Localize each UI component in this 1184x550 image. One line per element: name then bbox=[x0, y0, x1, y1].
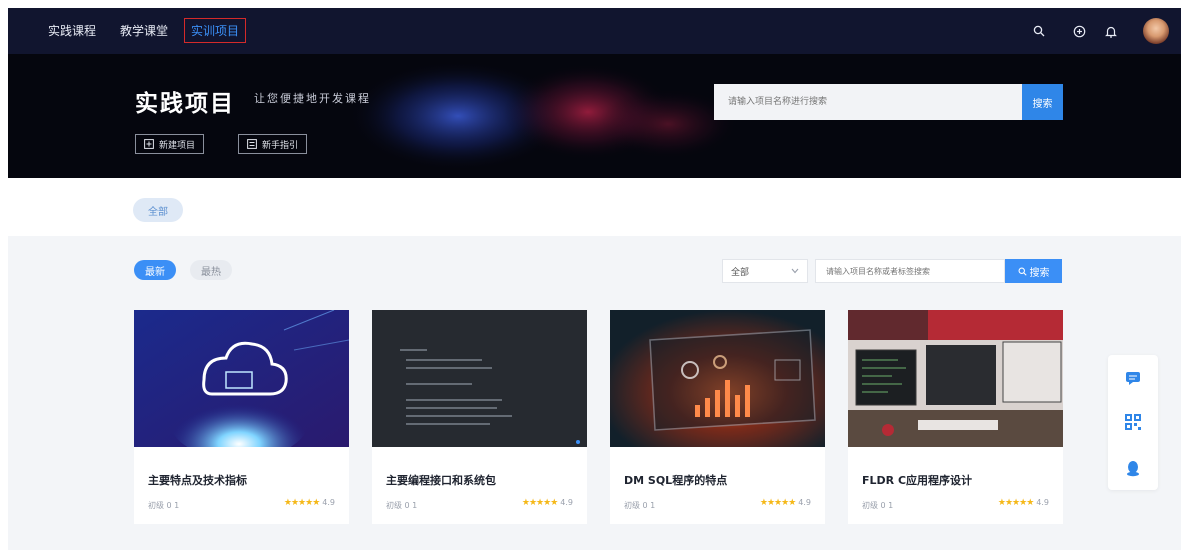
card-meta: 初级 0 1 bbox=[386, 501, 418, 510]
card-thumbnail-analytics bbox=[610, 310, 825, 447]
rating-score: 4.9 bbox=[1036, 498, 1049, 507]
filter-select-value: 全部 bbox=[731, 267, 750, 278]
banner-subtitle: 让您便捷地开发课程 bbox=[254, 92, 371, 105]
plus-circle-icon[interactable] bbox=[1071, 23, 1087, 39]
project-card[interactable]: 主要编程接口和系统包 初级 0 1 ★★★★★ 4.9 bbox=[372, 310, 587, 524]
bell-icon[interactable] bbox=[1103, 23, 1119, 39]
nav-link-teaching-classroom[interactable]: 教学课堂 bbox=[120, 22, 168, 39]
star-icons: ★★★★★ bbox=[759, 498, 796, 508]
card-meta: 初级 0 1 bbox=[148, 501, 180, 510]
qrcode-icon[interactable] bbox=[1124, 413, 1142, 431]
rating-stars: ★★★★★ 4.9 bbox=[522, 498, 573, 508]
avatar[interactable] bbox=[1143, 18, 1169, 44]
search-icon bbox=[1018, 267, 1027, 276]
card-thumbnail-code bbox=[372, 310, 587, 447]
top-nav: 实践课程 教学课堂 实训项目 bbox=[8, 8, 1181, 54]
chat-icon[interactable] bbox=[1124, 369, 1142, 387]
project-card[interactable]: 主要特点及技术指标 初级 0 1 ★★★★★ 4.9 bbox=[134, 310, 349, 524]
beginner-guide-label: 新手指引 bbox=[262, 140, 299, 151]
floating-toolbar bbox=[1108, 355, 1158, 490]
list-icon bbox=[247, 139, 257, 149]
category-all[interactable]: 全部 bbox=[133, 198, 183, 222]
plus-square-icon bbox=[144, 139, 154, 149]
banner-title: 实践项目 bbox=[135, 91, 235, 117]
tab-hottest[interactable]: 最热 bbox=[190, 260, 232, 280]
card-title[interactable]: 主要特点及技术指标 bbox=[148, 472, 247, 488]
card-title[interactable]: 主要编程接口和系统包 bbox=[386, 472, 496, 488]
card-title[interactable]: FLDR C应用程序设计 bbox=[862, 472, 972, 488]
rating-stars: ★★★★★ 4.9 bbox=[998, 498, 1049, 508]
beginner-guide-button[interactable]: 新手指引 bbox=[238, 134, 308, 154]
chevron-down-icon bbox=[791, 268, 799, 274]
filter-search-button[interactable]: 搜索 bbox=[1005, 259, 1062, 283]
rating-score: 4.9 bbox=[322, 498, 335, 507]
card-meta: 初级 0 1 bbox=[862, 501, 894, 510]
star-icons: ★★★★★ bbox=[283, 498, 320, 508]
filter-search-input[interactable] bbox=[815, 259, 1005, 283]
card-thumbnail-workstation bbox=[848, 310, 1063, 447]
card-title[interactable]: DM SQL程序的特点 bbox=[624, 472, 727, 488]
next-row-hint bbox=[134, 546, 1064, 550]
filter-select[interactable]: 全部 bbox=[722, 259, 808, 283]
search-icon[interactable] bbox=[1031, 23, 1047, 39]
rating-score: 4.9 bbox=[560, 498, 573, 507]
card-thumbnail-cloud bbox=[134, 310, 349, 447]
star-icons: ★★★★★ bbox=[997, 498, 1034, 508]
hero-banner: 实践项目 让您便捷地开发课程 新建项目 新手指引 搜索 bbox=[8, 54, 1181, 178]
new-project-label: 新建项目 bbox=[159, 140, 196, 151]
nav-link-training-project[interactable]: 实训项目 bbox=[184, 18, 247, 43]
project-card[interactable]: DM SQL程序的特点 初级 0 1 ★★★★★ 4.9 bbox=[610, 310, 825, 524]
nav-link-practice-course[interactable]: 实践课程 bbox=[48, 22, 96, 39]
filter-search-label: 搜索 bbox=[1029, 267, 1050, 279]
rating-score: 4.9 bbox=[798, 498, 811, 507]
tab-latest[interactable]: 最新 bbox=[134, 260, 176, 280]
page: 实践课程 教学课堂 实训项目 实践项目 让您便捷地开发课程 新建项目 新手指引 … bbox=[0, 0, 1184, 550]
star-icons: ★★★★★ bbox=[521, 498, 558, 508]
rating-stars: ★★★★★ 4.9 bbox=[760, 498, 811, 508]
rating-stars: ★★★★★ 4.9 bbox=[284, 498, 335, 508]
card-meta: 初级 0 1 bbox=[624, 501, 656, 510]
qq-icon[interactable] bbox=[1124, 459, 1142, 477]
banner-search-input[interactable] bbox=[714, 84, 1022, 120]
banner-search-button[interactable]: 搜索 bbox=[1022, 84, 1063, 120]
new-project-button[interactable]: 新建项目 bbox=[135, 134, 205, 154]
project-card[interactable]: FLDR C应用程序设计 初级 0 1 ★★★★★ 4.9 bbox=[848, 310, 1063, 524]
